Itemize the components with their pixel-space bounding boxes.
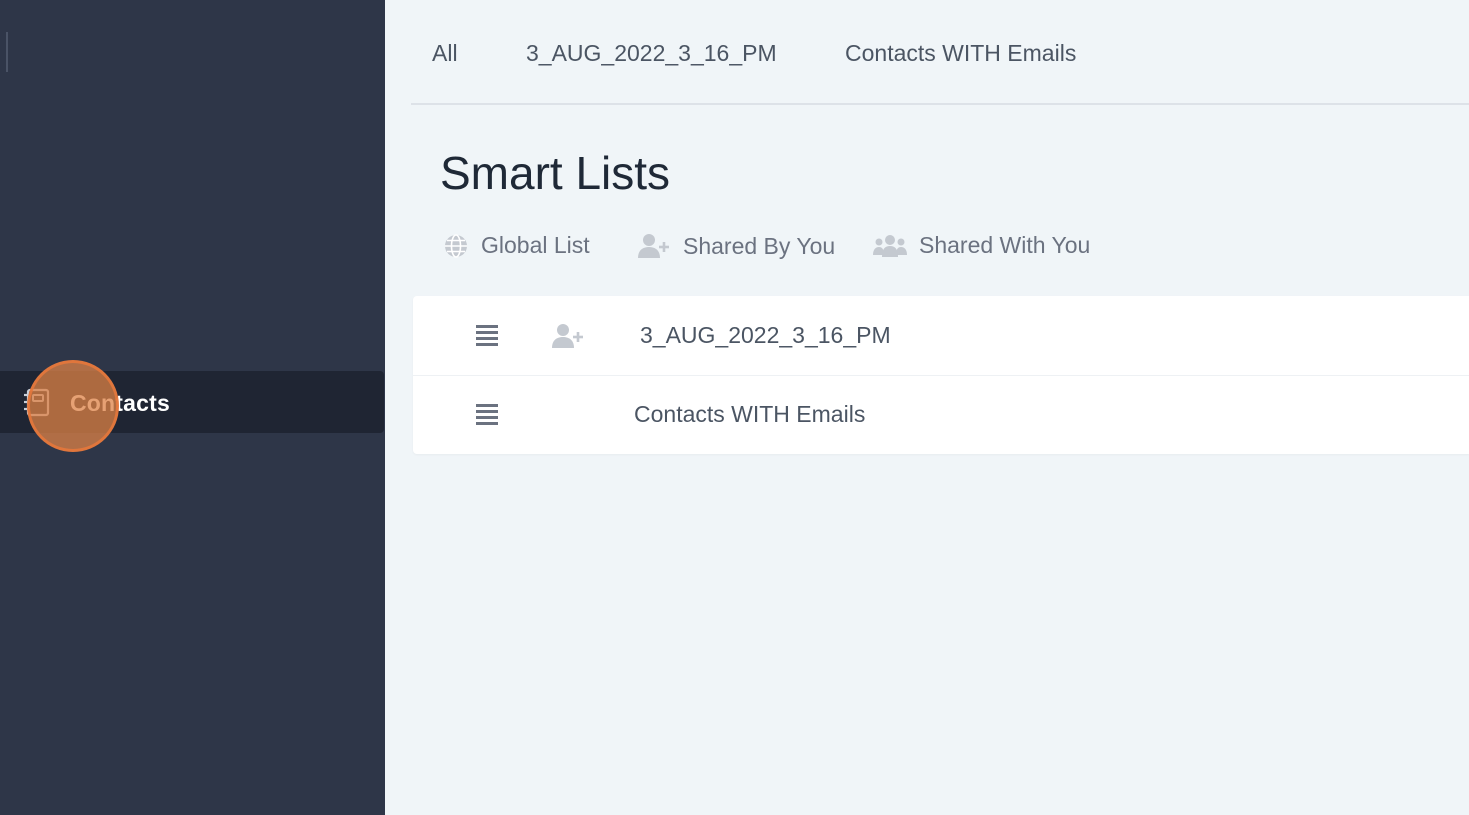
page-title: Smart Lists [440,147,671,199]
list-tabs: All 3_AUG_2022_3_16_PM Contacts WITH Ema… [385,0,1469,105]
list-name[interactable]: 3_AUG_2022_3_16_PM [640,322,891,349]
sidebar-top-divider [6,32,8,72]
users-icon [873,234,907,257]
user-plus-icon [552,324,583,348]
sidebar: Contacts [0,0,385,815]
drag-handle-icon[interactable] [475,324,499,346]
smart-list-table: 3_AUG_2022_3_16_PM Contacts WITH Emails [413,296,1469,454]
list-row[interactable]: Contacts WITH Emails [413,375,1469,454]
user-plus-icon [638,234,669,258]
tab-all[interactable]: All [432,40,458,67]
tab-contacts-with-emails[interactable]: Contacts WITH Emails [845,40,1076,67]
filter-shared-by-you[interactable]: Shared By You [637,232,835,260]
filter-label: Shared With You [919,232,1091,258]
globe-icon [445,233,467,258]
list-name[interactable]: Contacts WITH Emails [634,401,865,428]
filter-shared-with-you[interactable]: Shared With You [873,232,1090,259]
list-row[interactable]: 3_AUG_2022_3_16_PM [413,296,1469,376]
drag-handle-icon[interactable] [475,403,499,425]
sidebar-item-label: Contacts [70,390,171,416]
contacts-book-icon [24,388,50,417]
tab-divider [411,103,1469,105]
filter-label: Global List [481,232,590,258]
tab-3-aug-2022[interactable]: 3_AUG_2022_3_16_PM [526,40,777,67]
sidebar-item-contacts[interactable]: Contacts [0,371,384,433]
filter-label: Shared By You [683,232,836,259]
main-content: All 3_AUG_2022_3_16_PM Contacts WITH Ema… [385,0,1469,815]
filter-global-list[interactable]: Global List [443,232,590,259]
